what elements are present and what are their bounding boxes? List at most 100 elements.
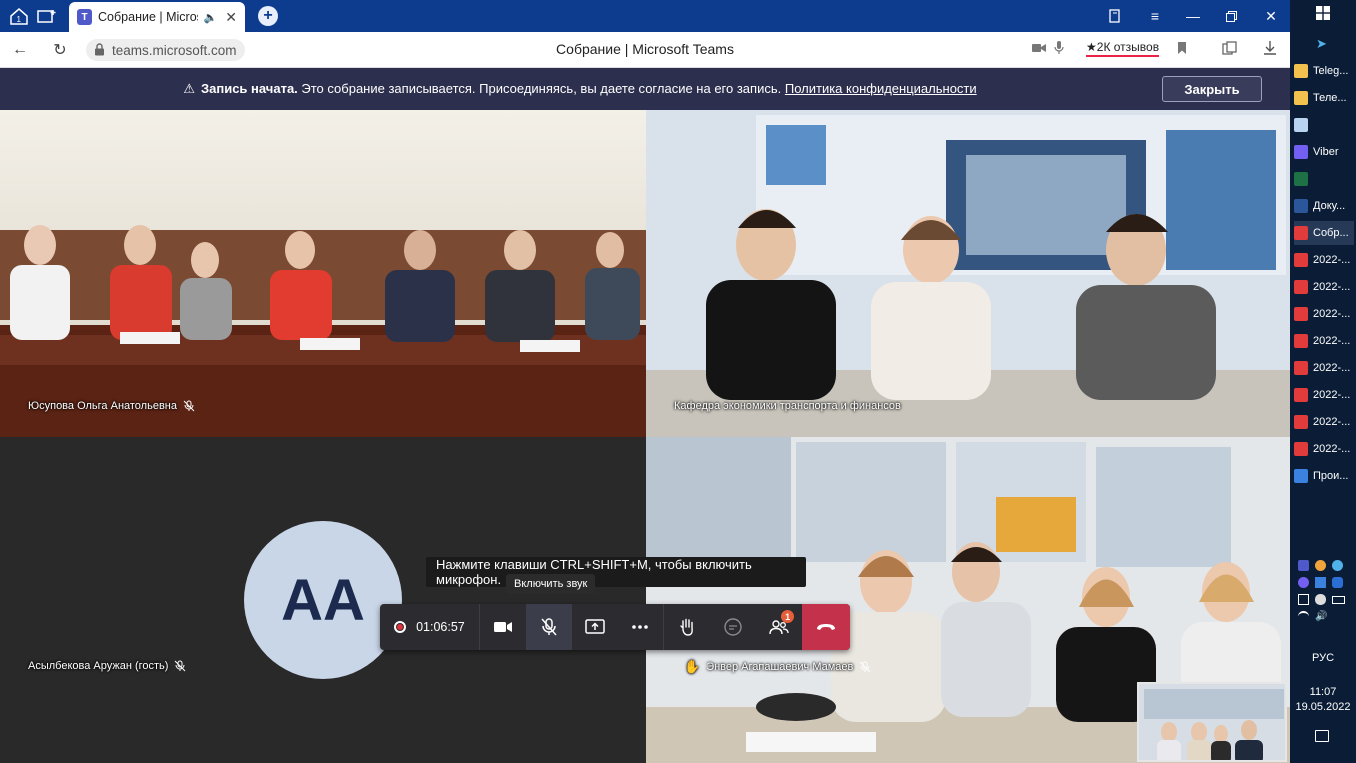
video-tile-2[interactable]: Кафедра экономики транспорта и финансов xyxy=(646,110,1290,437)
self-view-video[interactable] xyxy=(1137,682,1287,762)
back-arrow-icon[interactable]: ← xyxy=(10,40,30,60)
app-icon xyxy=(1294,145,1308,159)
volume-tray-icon[interactable]: 🔊 xyxy=(1315,611,1327,622)
video-tile-4[interactable]: ✋ Энвер Агапашаевич Мамаев xyxy=(646,437,1290,763)
taskbar-item[interactable]: 2022-... xyxy=(1294,275,1354,299)
lock-icon xyxy=(95,43,104,56)
video-tile-1[interactable]: Юсупова Ольга Анатольевна xyxy=(0,110,646,437)
battery-tray-icon[interactable] xyxy=(1332,596,1345,604)
restore-icon[interactable] xyxy=(1216,4,1246,28)
close-tab-icon[interactable]: ✕ xyxy=(225,9,237,26)
privacy-policy-link[interactable]: Политика конфиденциальности xyxy=(785,81,977,96)
menu-icon[interactable]: ≡ xyxy=(1140,4,1170,28)
microphone-muted-icon xyxy=(541,618,557,636)
avatar-initials: АА xyxy=(281,567,365,633)
more-dots-icon xyxy=(632,625,649,629)
active-tab[interactable]: T Собрание | Microsoft 🔈 ✕ xyxy=(69,2,245,32)
app-icon xyxy=(1294,361,1308,375)
telegram-pinned-icon[interactable]: ➤ xyxy=(1316,36,1327,52)
reviews-link[interactable]: ★2К отзывов xyxy=(1086,40,1160,57)
taskbar-item[interactable] xyxy=(1294,167,1354,191)
taskbar-item[interactable]: 2022-... xyxy=(1294,383,1354,407)
participant-name-2: Кафедра экономики транспорта и финансов xyxy=(674,400,901,412)
bluetooth-tray-icon[interactable] xyxy=(1332,577,1343,588)
chat-button[interactable] xyxy=(710,604,756,650)
camera-toggle-button[interactable] xyxy=(480,604,526,650)
home-tab-icon[interactable]: 1 xyxy=(6,4,32,28)
app-icon xyxy=(1294,172,1308,186)
app-icon xyxy=(1294,307,1308,321)
raised-hand-icon: ✋ xyxy=(684,659,701,674)
grid-tray-icon[interactable] xyxy=(1315,577,1326,588)
clock-time[interactable]: 11:07 xyxy=(1290,686,1356,698)
url-field[interactable]: teams.microsoft.com xyxy=(86,39,245,61)
taskbar-item[interactable]: Viber xyxy=(1294,140,1354,164)
tabs-panel-icon[interactable] xyxy=(34,4,60,28)
video-tile-3[interactable]: АА Асылбекова Аружан (гость) xyxy=(0,437,646,763)
reload-icon[interactable]: ↻ xyxy=(50,40,70,60)
mic-tray-icon[interactable] xyxy=(1315,594,1326,605)
more-actions-button[interactable] xyxy=(618,604,664,650)
taskbar-item-label: Teleg... xyxy=(1313,65,1349,77)
recording-banner: ⚠ Запись начата. Это собрание записываетс… xyxy=(0,68,1290,110)
bookmark-icon[interactable] xyxy=(1177,41,1187,58)
taskbar-item[interactable]: Собр... xyxy=(1294,221,1354,245)
app-icon xyxy=(1294,334,1308,348)
participant-name-4: ✋ Энвер Агапашаевич Мамаев xyxy=(684,659,871,675)
recording-notice: ⚠ Запись начата. Это собрание записываетс… xyxy=(0,81,1160,97)
taskbar-item-label: 2022-... xyxy=(1313,281,1351,293)
wifi-tray-icon[interactable] xyxy=(1298,611,1309,622)
telegram-tray-icon[interactable] xyxy=(1332,560,1343,571)
app-icon xyxy=(1294,64,1308,78)
start-button[interactable] xyxy=(1316,6,1330,20)
participants-button[interactable]: 1 xyxy=(756,604,802,650)
microphone-icon[interactable] xyxy=(1054,41,1064,58)
windows-taskbar: ➤ Teleg... Теле... Viber Доку... Собр... 2022… xyxy=(1290,0,1356,763)
notifications-icon[interactable] xyxy=(1315,730,1329,742)
taskbar-item[interactable]: 2022-... xyxy=(1294,437,1354,461)
taskbar-item[interactable]: 2022-... xyxy=(1294,329,1354,353)
recording-indicator: 01:06:57 xyxy=(380,604,480,650)
camera-icon[interactable] xyxy=(1032,41,1046,56)
taskbar-item[interactable]: Теле... xyxy=(1294,86,1354,110)
taskbar-item[interactable]: 2022-... xyxy=(1294,356,1354,380)
recording-bold: Запись начата. xyxy=(200,81,298,96)
taskbar-item-label: 2022-... xyxy=(1313,416,1351,428)
taskbar-item-label: Собр... xyxy=(1313,227,1349,239)
bookmarks-panel-icon[interactable] xyxy=(1100,4,1130,28)
taskbar-item-label: Прои... xyxy=(1313,470,1349,482)
speaker-icon[interactable]: 🔈 xyxy=(204,11,218,24)
minimize-icon[interactable]: — xyxy=(1178,4,1208,28)
taskbar-item[interactable]: Доку... xyxy=(1294,194,1354,218)
app-icon xyxy=(1294,91,1308,105)
warning-icon: ⚠ xyxy=(183,81,195,96)
teams-tray-icon[interactable] xyxy=(1298,560,1309,571)
download-icon[interactable] xyxy=(1264,41,1276,58)
taskbar-item[interactable]: Teleg... xyxy=(1294,59,1354,83)
input-language[interactable]: РУС xyxy=(1290,652,1356,664)
usb-tray-icon[interactable] xyxy=(1298,594,1309,605)
taskbar-item[interactable]: 2022-... xyxy=(1294,302,1354,326)
close-banner-button[interactable]: Закрыть xyxy=(1162,76,1262,102)
clock-date[interactable]: 19.05.2022 xyxy=(1290,701,1356,713)
app-icon xyxy=(1294,199,1308,213)
microphone-toggle-button[interactable] xyxy=(525,604,572,650)
record-icon xyxy=(394,621,407,633)
share-screen-button[interactable] xyxy=(572,604,618,650)
new-tab-button[interactable]: + xyxy=(258,6,278,26)
leave-call-button[interactable] xyxy=(802,604,851,650)
taskbar-item[interactable]: 2022-... xyxy=(1294,410,1354,434)
hang-up-icon xyxy=(817,624,836,630)
taskbar-item[interactable]: Прои... xyxy=(1294,464,1354,488)
taskbar-item[interactable]: 2022-... xyxy=(1294,248,1354,272)
close-window-icon[interactable]: ✕ xyxy=(1256,4,1286,28)
taskbar-item[interactable] xyxy=(1294,113,1354,137)
mic-off-icon xyxy=(183,400,195,412)
collections-icon[interactable] xyxy=(1222,41,1238,58)
participant-name-1: Юсупова Ольга Анатольевна xyxy=(28,400,195,412)
flower-tray-icon[interactable] xyxy=(1315,560,1326,571)
hand-icon xyxy=(680,618,694,636)
app-icon xyxy=(1294,253,1308,267)
raise-hand-button[interactable] xyxy=(664,604,710,650)
viber-tray-icon[interactable] xyxy=(1298,577,1309,588)
